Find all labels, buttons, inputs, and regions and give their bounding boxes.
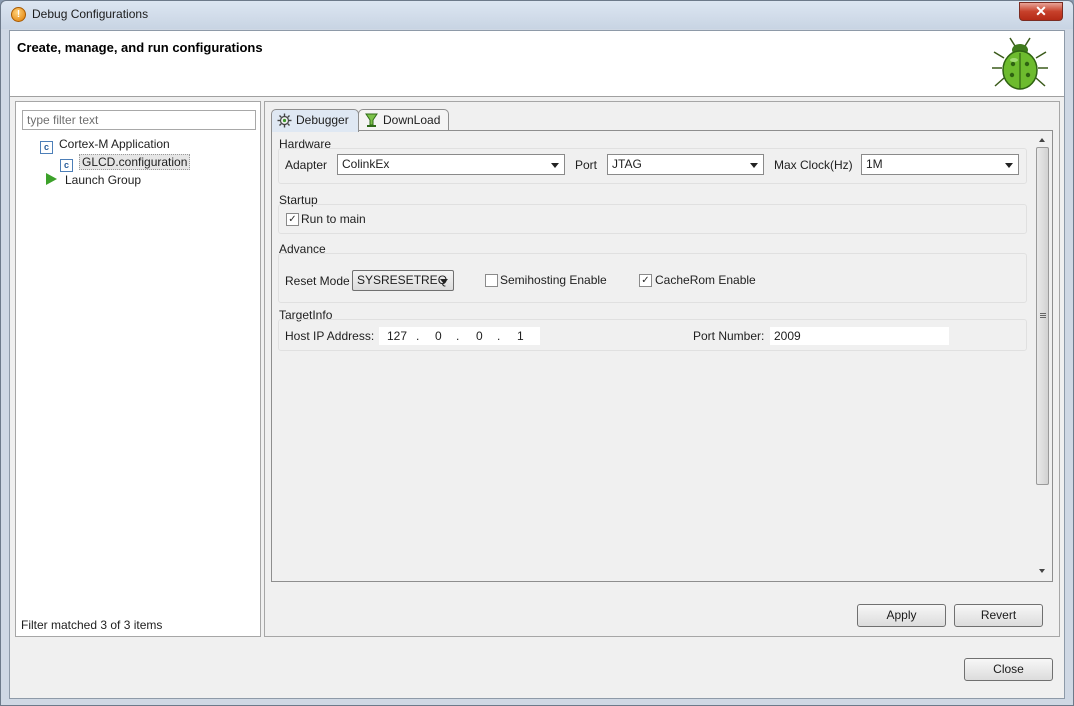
port-label: Port [575, 158, 598, 172]
adapter-label: Adapter [285, 158, 328, 172]
bug-icon [992, 37, 1048, 90]
chevron-down-icon [551, 163, 559, 168]
tab-folder: Debugger DownLoad Hardware Adapter Colin… [271, 109, 1053, 585]
cacherom-enable-checkbox[interactable]: ✓ [639, 274, 652, 287]
chevron-down-icon [1005, 163, 1013, 168]
host-ip-label: Host IP Address: [285, 329, 375, 343]
vertical-scrollbar[interactable] [1034, 132, 1051, 580]
host-ip-field[interactable]: 127 . 0 . 0 . 1 [379, 327, 540, 345]
chevron-down-icon [750, 163, 758, 168]
tree-item-launch-group[interactable]: Launch Group [44, 172, 141, 189]
tree-item-glcd-configuration[interactable]: c GLCD.configuration [60, 154, 191, 172]
reset-mode-select[interactable]: SYSRESETREQ [352, 270, 454, 291]
targetinfo-group: Host IP Address: 127 . 0 . 0 . 1 Port Nu… [278, 319, 1027, 351]
c-config-icon: c [60, 159, 73, 172]
close-button[interactable]: Close [964, 658, 1053, 681]
debug-configurations-window: ! Debug Configurations ✕ Create, manage,… [0, 0, 1074, 706]
tab-debugger[interactable]: Debugger [271, 109, 359, 132]
scroll-up-arrow-icon[interactable] [1039, 138, 1045, 142]
chevron-down-icon [440, 279, 448, 284]
app-icon: ! [11, 7, 26, 22]
cacherom-enable-label: CacheRom Enable [655, 273, 756, 287]
dialog-client-area: Create, manage, and run configurations c… [9, 30, 1065, 699]
semihosting-enable-label: Semihosting Enable [500, 273, 607, 287]
semihosting-enable-checkbox[interactable] [485, 274, 498, 287]
port-number-field[interactable]: 2009 [770, 327, 949, 345]
revert-button[interactable]: Revert [954, 604, 1043, 627]
filter-status-text: Filter matched 3 of 3 items [21, 618, 163, 632]
title-bar: ! Debug Configurations ✕ [1, 1, 1073, 29]
dialog-header: Create, manage, and run configurations [10, 31, 1064, 97]
configuration-tree-pane: cCortex-M Application cGLCD.configuratio… [15, 101, 261, 637]
startup-group: ✓ Run to main [278, 204, 1027, 234]
port-number-label: Port Number: [693, 329, 765, 343]
debugger-gear-icon [277, 113, 292, 128]
hardware-group: Adapter ColinkEx Port JTAG Max Clock(Hz)… [278, 148, 1027, 184]
apply-button[interactable]: Apply [857, 604, 946, 627]
configuration-editor-pane: Debugger DownLoad Hardware Adapter Colin… [264, 101, 1060, 637]
scrollbar-thumb[interactable] [1036, 147, 1049, 485]
download-icon [365, 113, 378, 127]
run-to-main-checkbox[interactable]: ✓ [286, 213, 299, 226]
c-config-icon: c [40, 141, 53, 154]
adapter-select[interactable]: ColinkEx [337, 154, 565, 175]
advance-group: Reset Mode SYSRESETREQ Semihosting Enabl… [278, 253, 1027, 303]
run-to-main-label: Run to main [301, 212, 366, 226]
filter-input[interactable] [22, 110, 256, 130]
debugger-tab-content: Hardware Adapter ColinkEx Port JTAG Max … [271, 130, 1053, 582]
window-close-button[interactable]: ✕ [1019, 2, 1063, 21]
scroll-down-arrow-icon[interactable] [1039, 569, 1045, 573]
tab-download[interactable]: DownLoad [358, 109, 449, 131]
max-clock-label: Max Clock(Hz) [774, 158, 853, 172]
tree-item-cortex-m-application[interactable]: c Cortex-M Application [40, 136, 170, 154]
port-select[interactable]: JTAG [607, 154, 764, 175]
window-title: Debug Configurations [32, 7, 149, 21]
max-clock-select[interactable]: 1M [861, 154, 1019, 175]
reset-mode-label: Reset Mode [285, 274, 350, 288]
header-title: Create, manage, and run configurations [17, 40, 263, 55]
launch-group-icon [46, 173, 57, 185]
